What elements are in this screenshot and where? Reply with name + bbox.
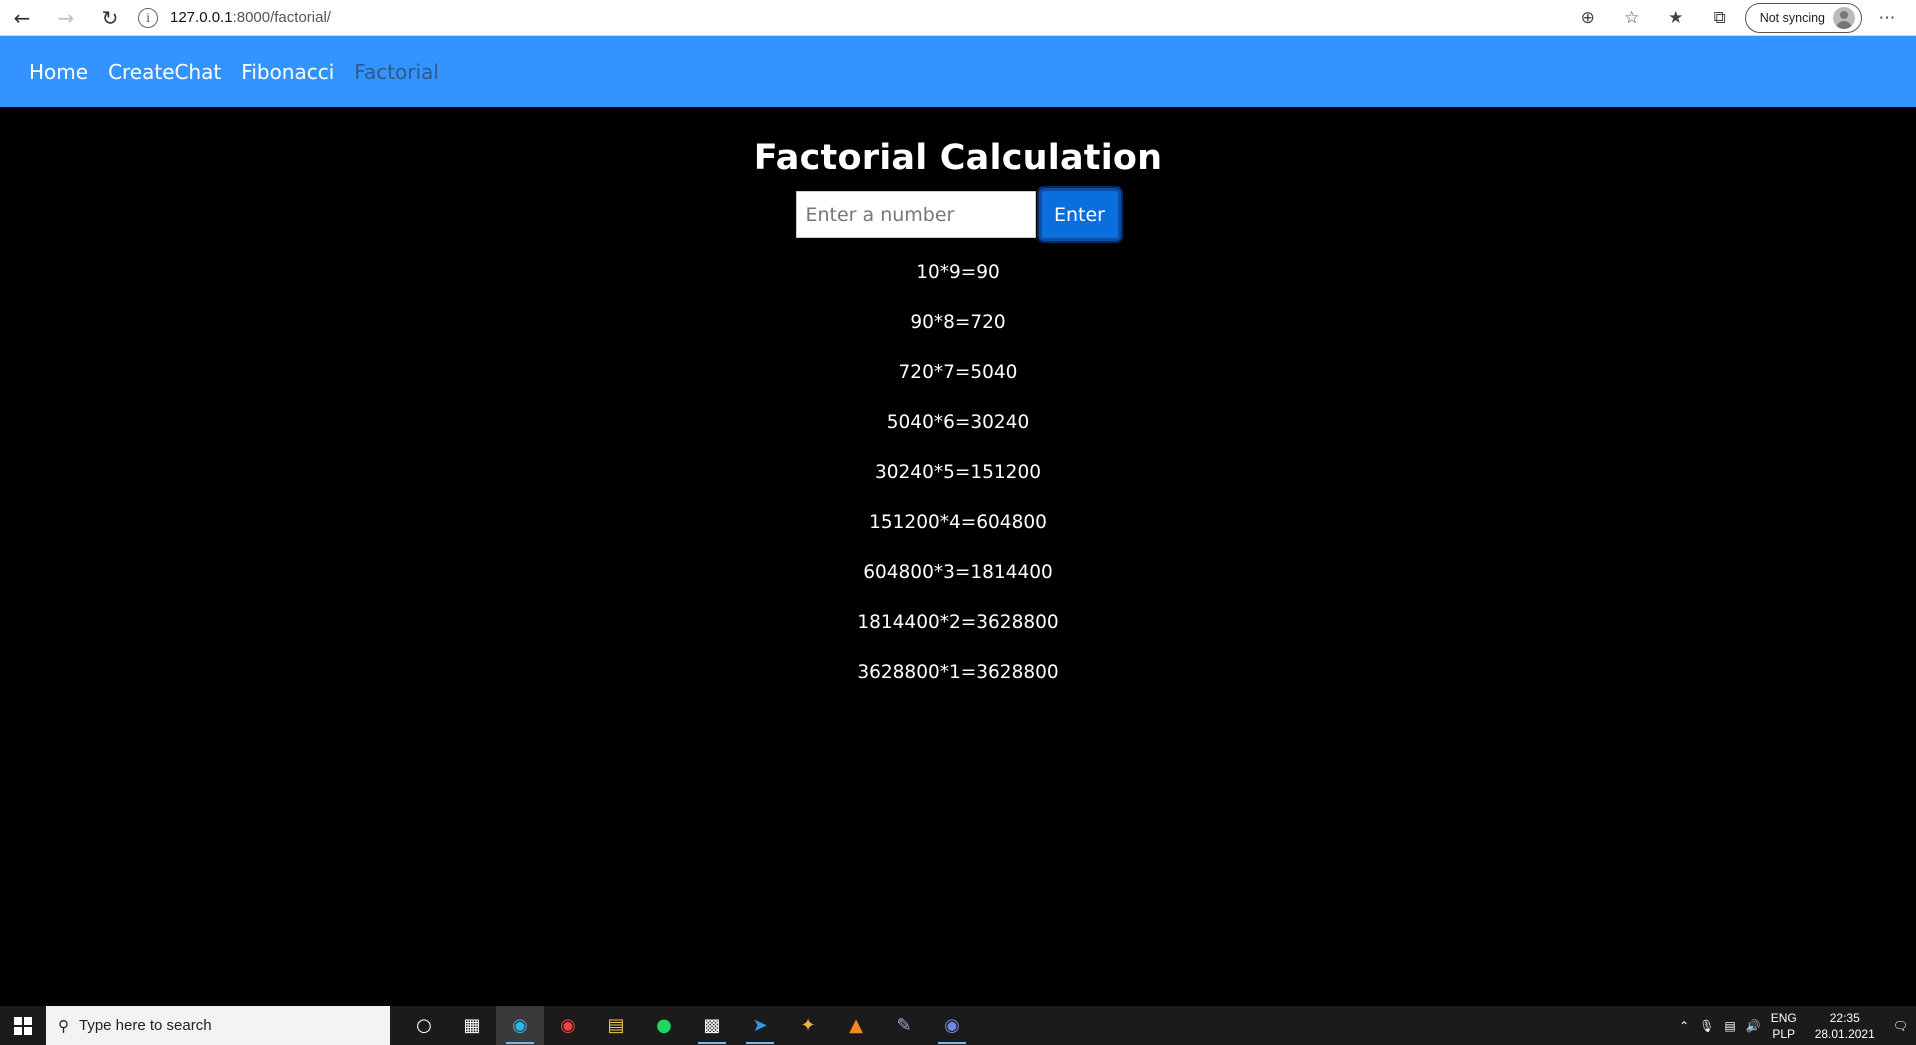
result-line: 1814400*2=3628800 bbox=[857, 612, 1059, 633]
nav-createchat[interactable]: CreateChat bbox=[108, 60, 221, 84]
task-view-icon[interactable]: ▦ bbox=[448, 1006, 496, 1045]
browser-toolbar: ← → ↻ i 127.0.0.1:8000/factorial/ ⊕ ☆ ★ … bbox=[0, 0, 1916, 36]
favorites-icon[interactable]: ★ bbox=[1657, 2, 1695, 34]
add-favorite-icon[interactable]: ☆ bbox=[1613, 2, 1651, 34]
forward-icon[interactable]: → bbox=[44, 0, 88, 36]
search-icon: ⚲ bbox=[58, 1017, 69, 1035]
taskbar-search-placeholder: Type here to search bbox=[79, 1017, 212, 1034]
result-line: 151200*4=604800 bbox=[869, 512, 1047, 533]
results-list: 10*9=90 90*8=720 720*7=5040 5040*6=30240… bbox=[0, 258, 1916, 708]
discord-icon[interactable]: ◉ bbox=[928, 1006, 976, 1045]
notifications-icon[interactable]: 🗨 bbox=[1893, 1019, 1908, 1033]
back-icon[interactable]: ← bbox=[0, 0, 44, 36]
result-line: 604800*3=1814400 bbox=[863, 562, 1053, 583]
tray-expand-icon[interactable]: ⌃ bbox=[1679, 1019, 1689, 1033]
url-path: :8000/factorial/ bbox=[232, 9, 331, 26]
vlc-icon[interactable]: ▲ bbox=[832, 1006, 880, 1045]
site-navbar: Home CreateChat Fibonacci Factorial bbox=[0, 36, 1916, 107]
result-line: 10*9=90 bbox=[916, 262, 1000, 283]
nav-fibonacci[interactable]: Fibonacci bbox=[241, 60, 334, 84]
result-line: 720*7=5040 bbox=[898, 362, 1018, 383]
vscode-icon[interactable]: ➤ bbox=[736, 1006, 784, 1045]
file-explorer-icon[interactable]: ▤ bbox=[592, 1006, 640, 1045]
more-icon[interactable]: ⋯ bbox=[1868, 2, 1906, 34]
start-button[interactable] bbox=[0, 1006, 46, 1045]
lang-top: ENG bbox=[1770, 1010, 1797, 1025]
address-bar[interactable]: i 127.0.0.1:8000/factorial/ bbox=[138, 7, 1569, 28]
cortana-icon[interactable]: ○ bbox=[400, 1006, 448, 1045]
network-icon[interactable]: ▤ bbox=[1724, 1019, 1735, 1033]
nav-factorial[interactable]: Factorial bbox=[354, 60, 439, 84]
result-line: 30240*5=151200 bbox=[875, 462, 1041, 483]
profile-avatar bbox=[1833, 6, 1855, 29]
terminal-icon[interactable]: ▩ bbox=[688, 1006, 736, 1045]
site-info-icon[interactable]: i bbox=[138, 7, 158, 28]
result-line: 5040*6=30240 bbox=[886, 412, 1030, 433]
enter-button[interactable]: Enter bbox=[1038, 188, 1121, 241]
refresh-icon[interactable]: ↻ bbox=[88, 0, 132, 36]
clock[interactable]: 22:35 28.01.2021 bbox=[1815, 1010, 1875, 1042]
language-indicator[interactable]: ENG PLP bbox=[1771, 1010, 1797, 1042]
sync-label: Not syncing bbox=[1759, 10, 1825, 25]
spotify-icon[interactable]: ● bbox=[640, 1006, 688, 1045]
windows-icon bbox=[14, 1016, 32, 1035]
clock-time: 22:35 bbox=[1829, 1010, 1860, 1025]
nav-home[interactable]: Home bbox=[29, 60, 88, 84]
system-tray: ⌃ 🎙 ▤ 🔊 ENG PLP 22:35 28.01.2021 🗨 bbox=[1679, 1010, 1916, 1042]
number-input[interactable] bbox=[795, 191, 1036, 238]
sync-button[interactable]: Not syncing bbox=[1744, 2, 1862, 33]
microphone-icon[interactable]: 🎙 bbox=[1699, 1019, 1714, 1033]
result-line: 3628800*1=3628800 bbox=[857, 662, 1059, 683]
url-host: 127.0.0.1 bbox=[170, 9, 233, 26]
clock-date: 28.01.2021 bbox=[1814, 1026, 1875, 1041]
chrome-icon[interactable]: ◉ bbox=[544, 1006, 592, 1045]
taskbar-search[interactable]: ⚲ Type here to search bbox=[46, 1006, 390, 1045]
result-line: 90*8=720 bbox=[910, 312, 1006, 333]
zoom-icon[interactable]: ⊕ bbox=[1569, 2, 1607, 34]
edge-icon[interactable]: ◉ bbox=[496, 1006, 544, 1045]
windows-taskbar: ⚲ Type here to search ○ ▦ ◉ ◉ ▤ ● ▩ ➤ ✦ … bbox=[0, 1006, 1916, 1045]
lang-bottom: PLP bbox=[1772, 1026, 1796, 1041]
page-title: Factorial Calculation bbox=[753, 138, 1163, 178]
collections-icon[interactable]: ⧉ bbox=[1701, 2, 1739, 34]
paint-icon[interactable]: ✎ bbox=[880, 1006, 928, 1045]
factorial-form: Enter bbox=[0, 188, 1916, 241]
main-content: Factorial Calculation Enter 10*9=90 90*8… bbox=[0, 107, 1916, 1007]
volume-icon[interactable]: 🔊 bbox=[1746, 1019, 1761, 1033]
slack-icon[interactable]: ✦ bbox=[784, 1006, 832, 1045]
